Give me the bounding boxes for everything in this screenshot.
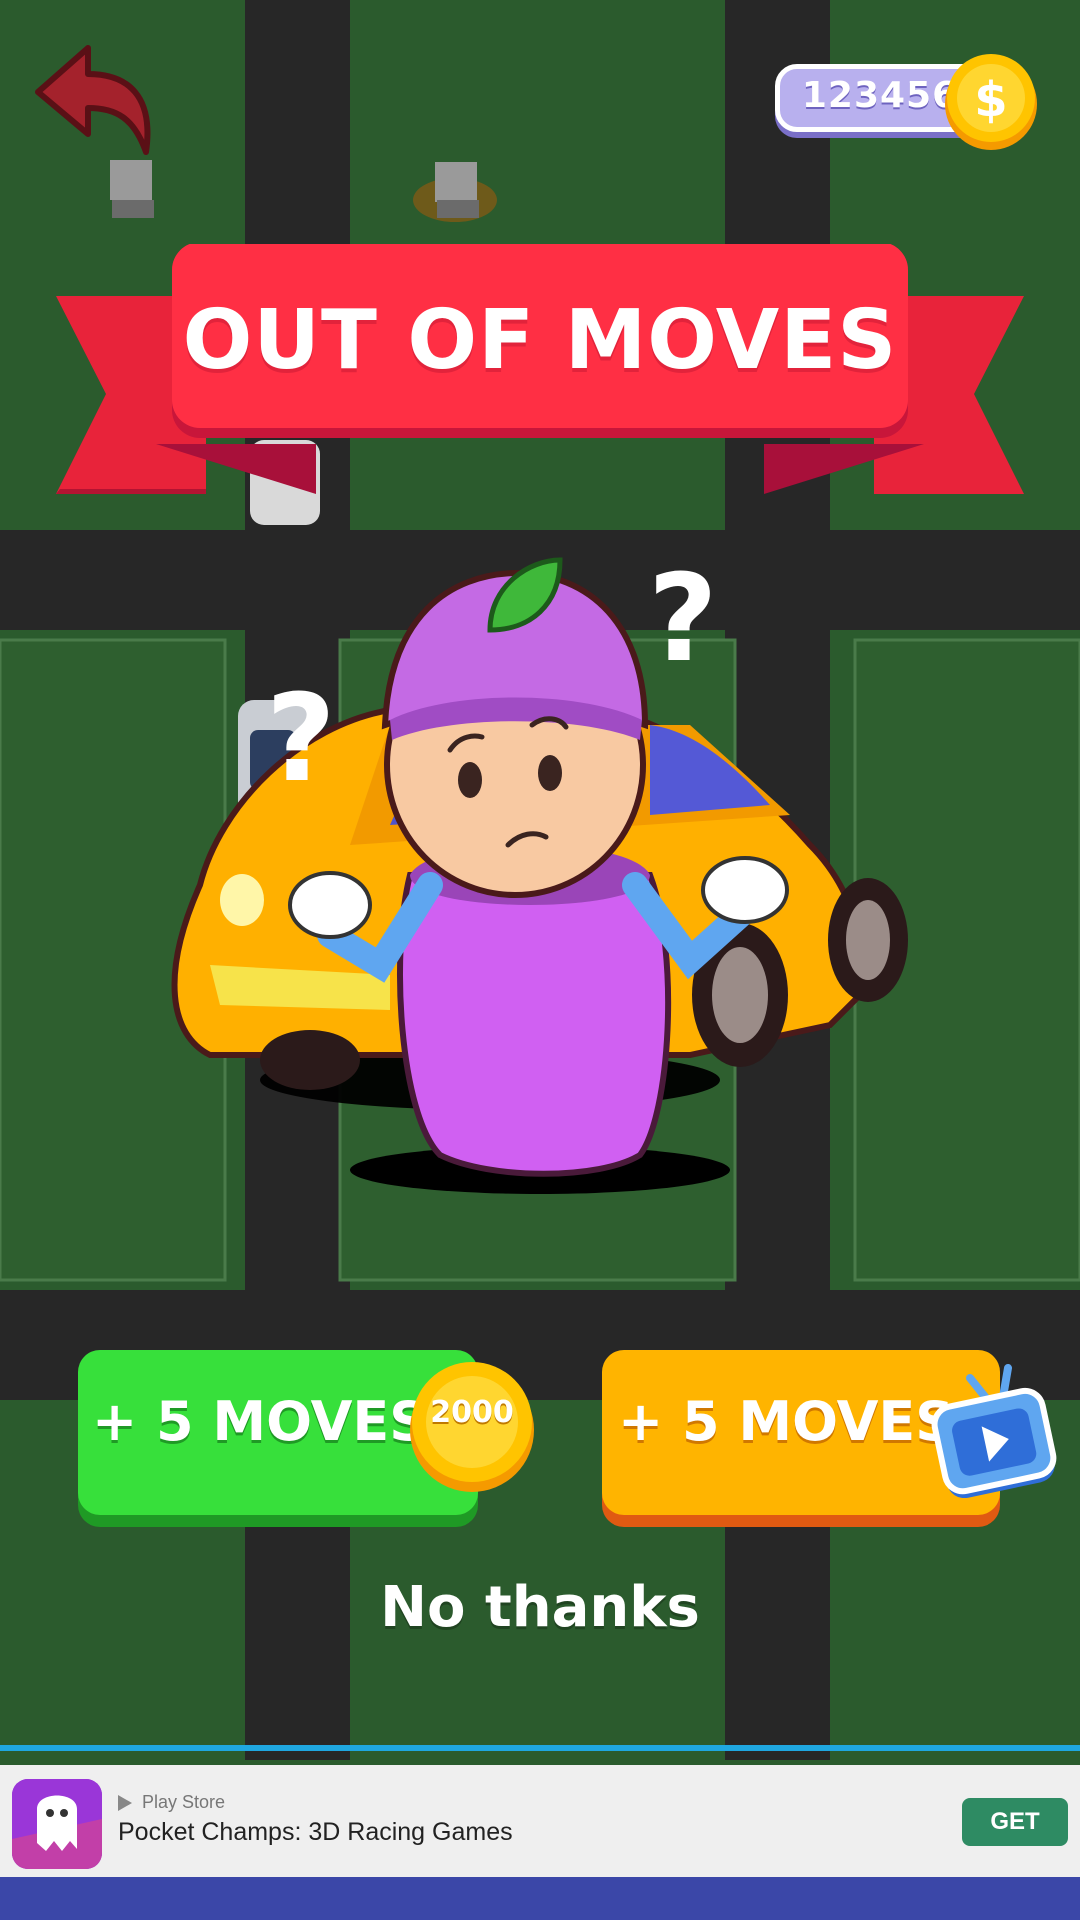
ad-get-button[interactable]: GET: [962, 1798, 1068, 1846]
ad-store-label: Play Store: [118, 1792, 225, 1813]
tv-play-icon: [931, 1364, 1057, 1498]
back-button[interactable]: [30, 40, 160, 160]
svg-text:$: $: [974, 72, 1007, 128]
back-arrow-icon: [35, 45, 151, 155]
ad-app-title[interactable]: Pocket Champs: 3D Racing Games: [118, 1818, 513, 1847]
ad-store-text: Play Store: [142, 1792, 226, 1812]
question-mark: ?: [648, 550, 718, 689]
watch-ad-moves-label: + 5 MOVES: [618, 1390, 955, 1453]
question-mark: ?: [266, 670, 336, 809]
ghost-racer-app-icon[interactable]: [12, 1779, 102, 1869]
buy-moves-coins-label: + 5 MOVES: [92, 1390, 429, 1453]
page-title: OUT OF MOVES: [182, 292, 898, 388]
ad-footer-bar: [0, 1877, 1080, 1920]
confused-character-illustration: [171, 557, 908, 1194]
play-store-icon: [118, 1795, 132, 1812]
ad-divider: [0, 1745, 1080, 1751]
no-thanks-button[interactable]: No thanks: [340, 1575, 740, 1640]
buy-moves-price: 2000: [430, 1395, 514, 1430]
coin-balance-value: 123456: [801, 75, 959, 116]
dollar-coin-icon: $: [945, 54, 1037, 150]
